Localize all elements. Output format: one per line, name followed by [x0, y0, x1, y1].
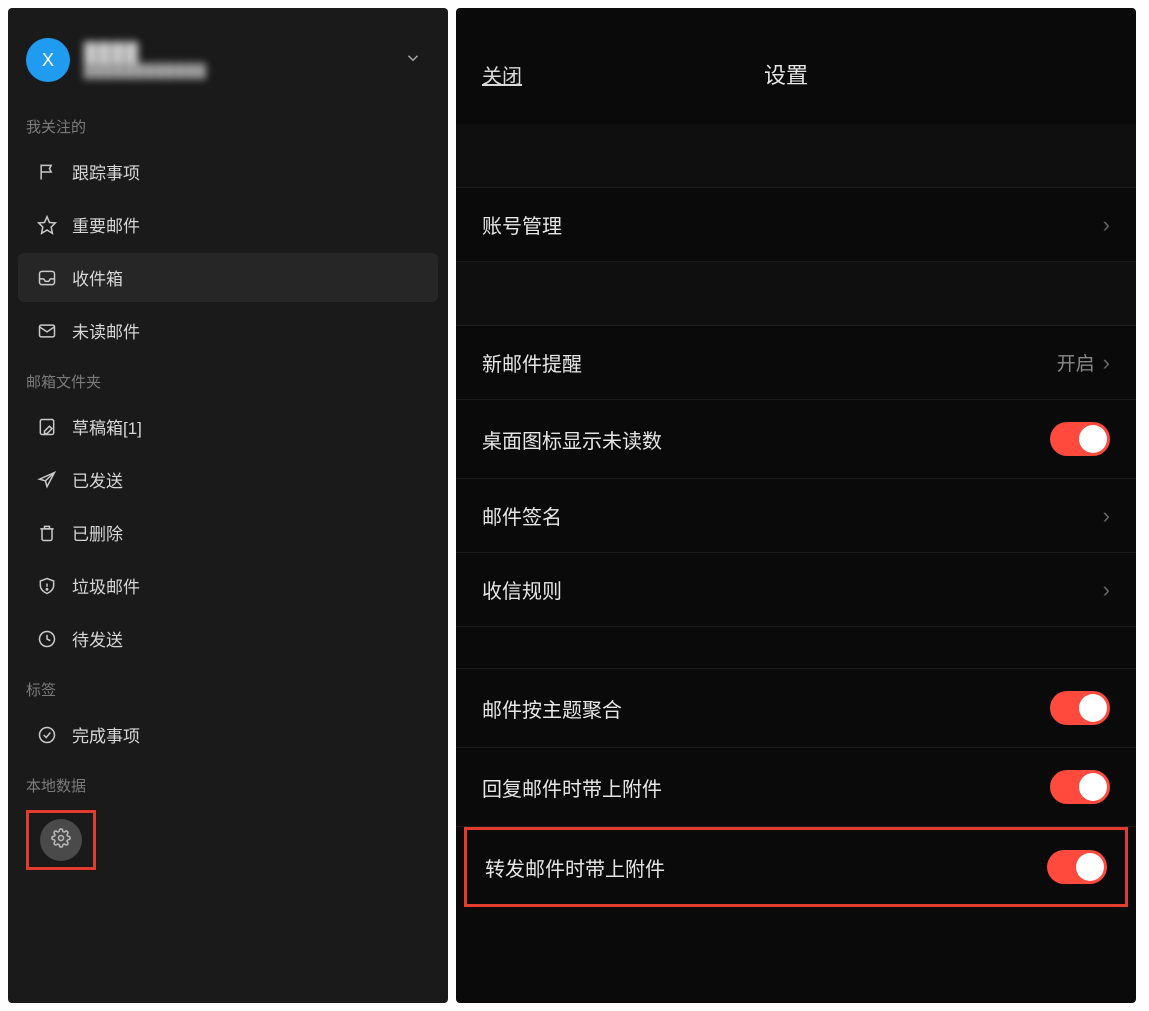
settings-list: 账号管理 › 新邮件提醒 开启 › 桌面图标显示未读数 邮件签名 › 收信规则 … [456, 124, 1136, 1003]
chevron-right-icon: › [1103, 350, 1110, 376]
star-icon [36, 214, 58, 236]
settings-button[interactable] [40, 819, 82, 861]
sidebar-item-done[interactable]: 完成事项 [18, 710, 438, 759]
row-label: 邮件签名 [482, 501, 1095, 530]
sidebar-item-inbox[interactable]: 收件箱 [18, 253, 438, 302]
toggle-switch[interactable] [1050, 422, 1110, 456]
row-value-text: 开启 [1057, 349, 1095, 376]
account-header[interactable]: X ████ ████████████ [8, 28, 448, 102]
sidebar-item-important[interactable]: 重要邮件 [18, 200, 438, 249]
section-local: 本地数据 [8, 761, 448, 804]
settings-panel: 关闭 设置 账号管理 › 新邮件提醒 开启 › 桌面图标显示未读数 邮件签名 ›… [456, 8, 1136, 1003]
spacer [456, 627, 1136, 669]
sidebar-item-deleted[interactable]: 已删除 [18, 508, 438, 557]
sidebar-item-label: 未读邮件 [72, 318, 140, 343]
flag-icon [36, 161, 58, 183]
row-value: 开启 › [1057, 349, 1110, 376]
envelope-icon [36, 320, 58, 342]
section-folders: 邮箱文件夹 [8, 357, 448, 400]
shield-alert-icon [36, 575, 58, 597]
row-label: 邮件按主题聚合 [482, 694, 1050, 723]
row-label: 转发邮件时带上附件 [485, 853, 1047, 882]
row-badge-unread[interactable]: 桌面图标显示未读数 [456, 400, 1136, 479]
settings-title: 设置 [462, 58, 1110, 90]
row-signature[interactable]: 邮件签名 › [456, 479, 1136, 553]
sidebar-item-spam[interactable]: 垃圾邮件 [18, 561, 438, 610]
toggle-switch[interactable] [1050, 770, 1110, 804]
row-label: 账号管理 [482, 210, 1095, 239]
sidebar-item-drafts[interactable]: 草稿箱[1] [18, 402, 438, 451]
row-receive-rules[interactable]: 收信规则 › [456, 553, 1136, 627]
settings-header: 关闭 设置 [456, 38, 1136, 124]
chevron-right-icon: › [1103, 503, 1110, 529]
faded-section-placeholder [456, 262, 1136, 326]
inbox-icon [36, 267, 58, 289]
clock-icon [36, 628, 58, 650]
trash-icon [36, 522, 58, 544]
row-account-mgmt[interactable]: 账号管理 › [456, 188, 1136, 262]
sidebar-item-sent[interactable]: 已发送 [18, 455, 438, 504]
sidebar-item-label: 待发送 [72, 626, 123, 651]
gear-icon [51, 828, 71, 853]
send-icon [36, 469, 58, 491]
account-info-blurred: ████ ████████████ [84, 42, 404, 78]
draft-icon [36, 416, 58, 438]
faded-section-placeholder [456, 124, 1136, 188]
chevron-right-icon: › [1103, 212, 1110, 238]
chevron-down-icon[interactable] [404, 49, 422, 72]
avatar: X [26, 38, 70, 82]
row-label: 桌面图标显示未读数 [482, 425, 1050, 454]
section-follow: 我关注的 [8, 102, 448, 145]
sidebar-item-label: 垃圾邮件 [72, 573, 140, 598]
sidebar-item-label: 草稿箱[1] [72, 414, 142, 439]
sidebar-item-track[interactable]: 跟踪事项 [18, 147, 438, 196]
row-new-mail-alert[interactable]: 新邮件提醒 开启 › [456, 326, 1136, 400]
sidebar-item-label: 完成事项 [72, 722, 140, 747]
row-reply-with-attach[interactable]: 回复邮件时带上附件 [456, 748, 1136, 827]
sidebar-item-label: 跟踪事项 [72, 159, 140, 184]
sidebar-item-unread[interactable]: 未读邮件 [18, 306, 438, 355]
sidebar-item-outbox[interactable]: 待发送 [18, 614, 438, 663]
sidebar-item-label: 已删除 [72, 520, 123, 545]
chevron-right-icon: › [1103, 577, 1110, 603]
sidebar-item-label: 重要邮件 [72, 212, 140, 237]
row-forward-with-attach[interactable]: 转发邮件时带上附件 [464, 827, 1128, 907]
settings-highlight [26, 810, 96, 870]
row-label: 回复邮件时带上附件 [482, 773, 1050, 802]
sidebar-item-label: 已发送 [72, 467, 123, 492]
sidebar-panel: X ████ ████████████ 我关注的 跟踪事项 重要邮件 收件箱 未… [8, 8, 448, 1003]
check-circle-icon [36, 724, 58, 746]
toggle-switch[interactable] [1050, 691, 1110, 725]
row-label: 收信规则 [482, 575, 1095, 604]
toggle-switch[interactable] [1047, 850, 1107, 884]
section-tags: 标签 [8, 665, 448, 708]
sidebar-item-label: 收件箱 [72, 265, 123, 290]
row-label: 新邮件提醒 [482, 348, 1057, 377]
row-group-by-subject[interactable]: 邮件按主题聚合 [456, 669, 1136, 748]
